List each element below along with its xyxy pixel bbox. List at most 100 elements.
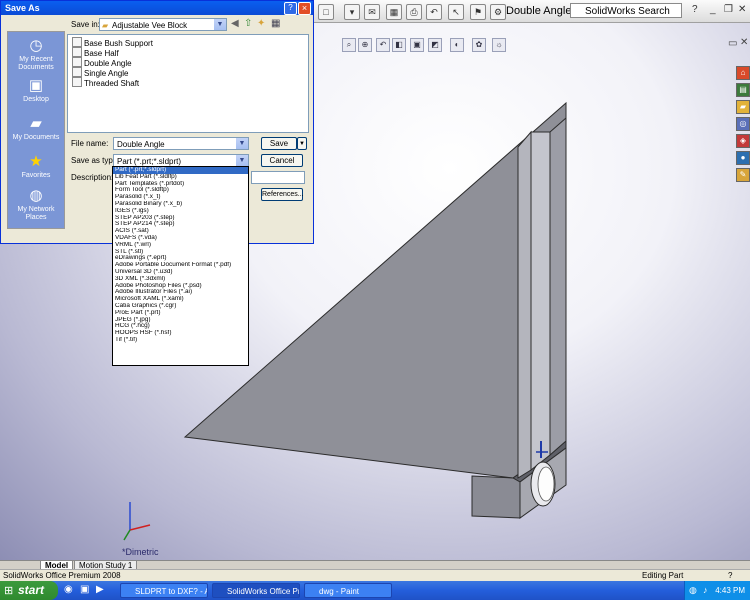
dialog-close-button[interactable]: ×	[298, 2, 311, 15]
save-in-dropdown[interactable]: ▰ Adjustable Vee Block ▼	[99, 18, 227, 31]
display-style-icon[interactable]: ◩	[428, 38, 442, 52]
file-type-option[interactable]: VDAFS (*.vda)	[113, 235, 248, 242]
select-icon[interactable]: ↖	[448, 4, 464, 20]
file-type-option[interactable]: Parasolid Binary (*.x_b)	[113, 201, 248, 208]
chevron-down-icon[interactable]: ▼	[236, 138, 248, 149]
tray-network-icon[interactable]: ◍	[689, 585, 697, 596]
file-type-option[interactable]: Universal 3D (*.u3d)	[113, 269, 248, 276]
save-button[interactable]: Save	[261, 137, 297, 150]
open-icon[interactable]: ✉	[364, 4, 380, 20]
bar-front-face	[530, 131, 551, 472]
appearances-icon[interactable]: ●	[736, 151, 750, 165]
apply-scene-icon[interactable]: ☼	[492, 38, 506, 52]
hide-show-icon[interactable]: ◐	[450, 38, 464, 52]
dialog-help-button[interactable]: ?	[284, 2, 297, 15]
chevron-down-icon[interactable]: ▼	[214, 19, 226, 30]
dialog-title: Save As	[1, 1, 313, 15]
view-palette-icon[interactable]: ◈	[736, 134, 750, 148]
viewport-close-icon[interactable]: ✕	[740, 37, 748, 48]
solidworks-search-input[interactable]: SolidWorks Search	[570, 3, 682, 18]
view-orientation-icon[interactable]: ▣	[410, 38, 424, 52]
file-type-option[interactable]: IGES (*.igs)	[113, 208, 248, 215]
place-desktop[interactable]: ▣ Desktop	[8, 78, 64, 104]
file-type-option[interactable]: STEP AP214 (*.step)	[113, 221, 248, 228]
save-options-dropdown[interactable]: ▼	[297, 137, 307, 150]
file-type-option[interactable]: Parasolid (*.x_t)	[113, 194, 248, 201]
list-item[interactable]: Threaded Shaft	[72, 77, 139, 89]
quick-launch-desktop-icon[interactable]: ▣	[80, 584, 89, 595]
tray-volume-icon[interactable]: ♪	[703, 585, 708, 595]
taskbar-button-paint[interactable]: dwg - Paint	[304, 583, 392, 598]
file-type-option[interactable]: Adobe Illustrator Files (*.ai)	[113, 289, 248, 296]
file-type-option[interactable]: Form Tool (*.sldftp)	[113, 187, 248, 194]
description-input[interactable]	[251, 171, 305, 184]
bar-right-face	[549, 116, 567, 457]
folder-icon: ▰	[102, 21, 109, 30]
file-type-option[interactable]: HOOPS HSF (*.hsf)	[113, 330, 248, 337]
place-my-network-places[interactable]: ◍ My Network Places	[8, 188, 64, 222]
rebuild-icon[interactable]: ⚑	[470, 4, 486, 20]
undo-icon[interactable]: ↶	[426, 4, 442, 20]
file-type-option[interactable]: STEP AP203 (*.step)	[113, 215, 248, 222]
cancel-button[interactable]: Cancel	[261, 154, 303, 167]
previous-view-icon[interactable]: ↶	[376, 38, 390, 52]
quick-launch-ie-icon[interactable]: ◉	[64, 584, 73, 595]
viewport-restore-icon[interactable]: ▭	[728, 38, 737, 49]
file-list[interactable]: Base Bush Support Base Half Double Angle…	[67, 34, 309, 133]
file-type-option[interactable]: STL (*.stl)	[113, 249, 248, 256]
file-type-option[interactable]: eDrawings (*.eprt)	[113, 255, 248, 262]
help-icon[interactable]: ?	[692, 4, 698, 15]
recent-documents-icon: ◷	[29, 37, 43, 54]
taskbar-button-solidworks[interactable]: SolidWorks Office Pre...	[212, 583, 300, 598]
minimize-icon[interactable]: _	[710, 4, 716, 15]
new-document-icon[interactable]: □	[318, 4, 334, 20]
main-toolbar: □ ▾ ✉ ▦ ⎙ ↶ ↖ ⚑ ⚙ Double Angle ⌕ SolidWo…	[314, 0, 750, 23]
file-type-option[interactable]: 3D XML (*.3dxml)	[113, 276, 248, 283]
edit-appearance-icon[interactable]: ✿	[472, 38, 486, 52]
save-as-type-options[interactable]: Part (*.prt;*.sldprt) Lib Feat Part (*.sl…	[112, 166, 249, 366]
views-menu-icon[interactable]: ▦	[271, 18, 280, 29]
new-document-dropdown-icon[interactable]: ▾	[344, 4, 360, 20]
file-type-option[interactable]: Microsoft XAML (*.xaml)	[113, 296, 248, 303]
place-my-documents[interactable]: ▰ My Documents	[8, 116, 64, 142]
zoom-area-icon[interactable]: ⊕	[358, 38, 372, 52]
quick-launch-media-icon[interactable]: ▶	[96, 584, 104, 595]
section-view-icon[interactable]: ◧	[392, 38, 406, 52]
file-type-option[interactable]: HCG (*.hcg)	[113, 323, 248, 330]
part-file-icon	[72, 37, 82, 47]
new-folder-icon[interactable]: ✦	[257, 18, 265, 29]
options-icon[interactable]: ⚙	[490, 4, 506, 20]
search-results-icon[interactable]: ◎	[736, 117, 750, 131]
file-type-option[interactable]: JPEG (*.jpg)	[113, 317, 248, 324]
close-icon[interactable]: ✕	[738, 4, 746, 15]
save-icon[interactable]: ▦	[386, 4, 402, 20]
file-type-option[interactable]: VRML (*.wrl)	[113, 242, 248, 249]
up-folder-icon[interactable]: ⇧	[244, 18, 252, 29]
resources-icon[interactable]: ⌂	[736, 66, 750, 80]
file-type-option[interactable]: Catia Graphics (*.cgr)	[113, 303, 248, 310]
chevron-down-icon[interactable]: ▼	[236, 155, 248, 166]
file-type-option[interactable]: Adobe Portable Document Format (*.pdf)	[113, 262, 248, 269]
part-file-icon	[72, 57, 82, 67]
back-icon[interactable]: ◀	[231, 18, 239, 29]
restore-icon[interactable]: ❐	[724, 4, 733, 15]
file-name-input[interactable]: Double Angle ▼	[113, 137, 249, 150]
desktop-icon: ▣	[28, 77, 44, 94]
file-explorer-icon[interactable]: ▰	[736, 100, 750, 114]
windows-logo-icon: ⊞	[4, 585, 14, 597]
custom-properties-icon[interactable]: ✎	[736, 168, 750, 182]
place-favorites[interactable]: ★ Favorites	[8, 154, 64, 180]
taskbar-button-sldprt[interactable]: SLDPRT to DXF? - Aut...	[120, 583, 208, 598]
print-icon[interactable]: ⎙	[406, 4, 422, 20]
design-library-icon[interactable]: ▤	[736, 83, 750, 97]
file-type-option[interactable]: Lib Feat Part (*.sldlfp)	[113, 174, 248, 181]
place-my-recent-documents[interactable]: ◷ My Recent Documents	[8, 38, 64, 72]
references-button[interactable]: References...	[261, 188, 304, 201]
zoom-to-fit-icon[interactable]: ⌕	[342, 38, 356, 52]
file-type-option[interactable]: Adobe Photoshop Files (*.psd)	[113, 283, 248, 290]
file-type-option[interactable]: Tif (*.tif)	[113, 337, 248, 344]
file-type-option[interactable]: Part (*.prt;*.sldprt)	[113, 167, 248, 174]
file-type-option[interactable]: Part Templates (*.prtdot)	[113, 181, 248, 188]
file-type-option[interactable]: ACIS (*.sat)	[113, 228, 248, 235]
file-type-option[interactable]: ProE Part (*.prt)	[113, 310, 248, 317]
